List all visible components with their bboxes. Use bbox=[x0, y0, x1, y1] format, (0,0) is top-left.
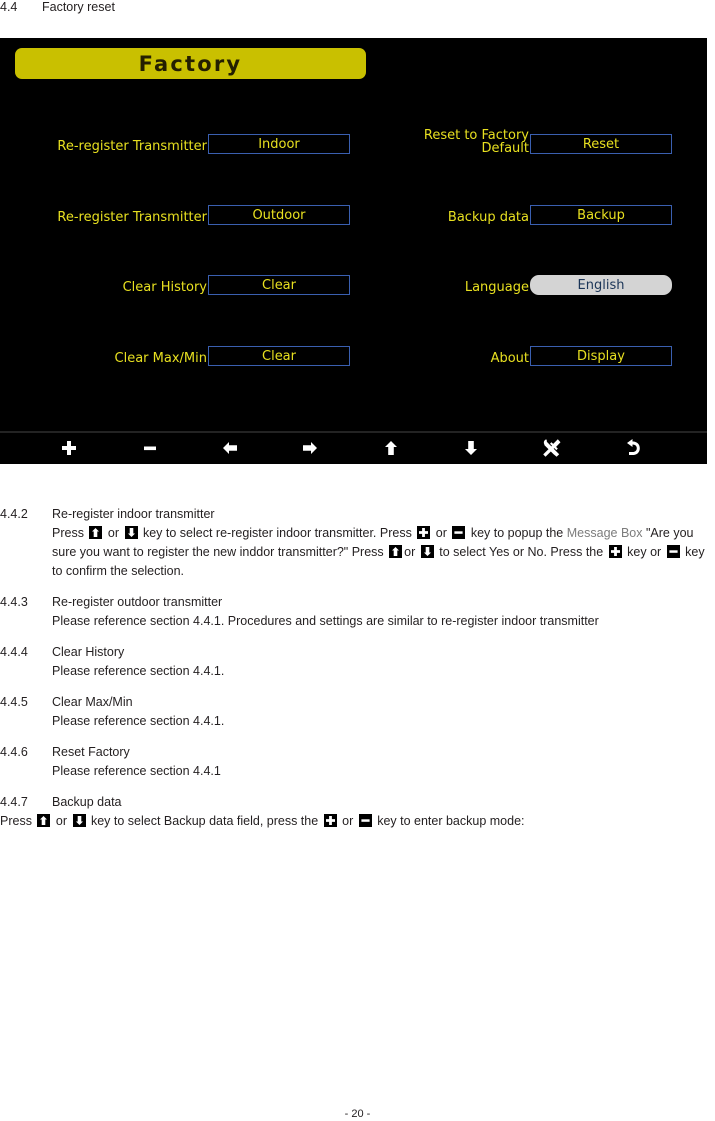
text-fragment: or bbox=[52, 814, 71, 828]
section-4-4-7-body: Press or key to select Backup data field… bbox=[0, 812, 715, 831]
text-fragment: key to popup the bbox=[467, 526, 567, 540]
text-fragment: key to select re-register indoor transmi… bbox=[139, 526, 416, 540]
page-title: 4.4 Factory reset bbox=[0, 0, 715, 15]
key-up-icon bbox=[37, 814, 51, 827]
section-4-4-6-body: Please reference section 4.4.1 bbox=[52, 764, 221, 778]
setting-row-reregister-outdoor[interactable]: Re-register Transmitter Outdoor bbox=[20, 203, 350, 225]
key-down-icon bbox=[124, 526, 138, 539]
section-4-4-3-body: Please reference section 4.4.1. Procedur… bbox=[52, 614, 599, 628]
setting-label-reregister-outdoor: Re-register Transmitter bbox=[57, 210, 207, 225]
setting-label-reset-factory-default: Reset to Factory Default bbox=[423, 128, 529, 156]
arrow-down-icon[interactable] bbox=[458, 436, 484, 460]
tools-icon[interactable] bbox=[538, 436, 564, 460]
section-4-4-7-number: 4.4.7 bbox=[0, 795, 28, 809]
setting-label-backup-data: Backup data bbox=[447, 210, 529, 225]
section-4-4-5-body: Please reference section 4.4.1. bbox=[52, 714, 225, 728]
section-4-4-7-heading: 4.4.7 Backup data bbox=[0, 793, 715, 812]
section-4-4-2-body: Press or key to select re-register indoo… bbox=[0, 524, 715, 581]
setting-row-backup-data[interactable]: Backup data Backup bbox=[370, 203, 672, 225]
section-4-4-4-heading: 4.4.4 Clear History bbox=[0, 643, 715, 662]
section-4-4-6-title: Reset Factory bbox=[52, 745, 130, 759]
setting-value-clear-history[interactable]: Clear bbox=[208, 275, 350, 295]
section-4-4-5-heading: 4.4.5 Clear Max/Min bbox=[0, 693, 715, 712]
section-4-4-3: 4.4.3 Re-register outdoor transmitter Ple… bbox=[0, 593, 715, 631]
setting-label-about: About bbox=[490, 351, 529, 366]
setting-row-clear-history[interactable]: Clear History Clear bbox=[20, 273, 350, 295]
section-4-4-2: 4.4.2 Re-register indoor transmitter Pres… bbox=[0, 505, 715, 581]
setting-value-backup-data[interactable]: Backup bbox=[530, 205, 672, 225]
setting-value-language[interactable]: English bbox=[530, 275, 672, 295]
plus-icon[interactable] bbox=[56, 436, 82, 460]
section-4-4-3-heading: 4.4.3 Re-register outdoor transmitter bbox=[0, 593, 715, 612]
arrow-left-icon[interactable] bbox=[217, 436, 243, 460]
manual-body: 4.4.2 Re-register indoor transmitter Pres… bbox=[0, 505, 715, 843]
setting-value-clear-maxmin[interactable]: Clear bbox=[208, 346, 350, 366]
section-4-4-5-number: 4.4.5 bbox=[0, 695, 28, 709]
section-4-4-7-title: Backup data bbox=[52, 795, 122, 809]
section-4-4-2-heading: 4.4.2 Re-register indoor transmitter bbox=[0, 505, 715, 524]
setting-label-reregister-indoor: Re-register Transmitter bbox=[57, 139, 207, 154]
section-4-4-3-title: Re-register outdoor transmitter bbox=[52, 595, 223, 609]
setting-value-reregister-outdoor[interactable]: Outdoor bbox=[208, 205, 350, 225]
text-fragment: or bbox=[338, 814, 357, 828]
key-minus-icon bbox=[666, 545, 680, 558]
key-plus-icon bbox=[417, 526, 431, 539]
text-fragment: key to select Backup data field, press t… bbox=[87, 814, 322, 828]
key-down-icon bbox=[72, 814, 86, 827]
text-fragment: or bbox=[404, 545, 419, 559]
setting-row-reset-factory-default[interactable]: Reset to Factory Default Reset bbox=[370, 128, 672, 156]
page-footer: - 20 - bbox=[344, 1108, 371, 1120]
setting-value-reset-factory-default[interactable]: Reset bbox=[530, 134, 672, 154]
minus-icon[interactable] bbox=[137, 436, 163, 460]
setting-row-about[interactable]: About Display bbox=[370, 344, 672, 366]
section-4-4-5-title: Clear Max/Min bbox=[52, 695, 133, 709]
key-minus-icon bbox=[452, 526, 466, 539]
section-4-4-4-title: Clear History bbox=[52, 645, 125, 659]
section-4-4-6: 4.4.6 Reset Factory Please reference sect… bbox=[0, 743, 715, 781]
section-4-4-2-title: Re-register indoor transmitter bbox=[52, 507, 215, 521]
device-toolbar bbox=[0, 433, 707, 464]
section-4-4-3-number: 4.4.3 bbox=[0, 595, 28, 609]
text-fragment: key to enter backup mode: bbox=[373, 814, 525, 828]
device-screen: Factory Re-register Transmitter Indoor R… bbox=[0, 38, 707, 464]
setting-value-reregister-indoor[interactable]: Indoor bbox=[208, 134, 350, 154]
key-down-icon bbox=[420, 545, 434, 558]
section-4-4-6-heading: 4.4.6 Reset Factory bbox=[0, 743, 715, 762]
key-minus-icon bbox=[358, 814, 372, 827]
screen-title-banner: Factory bbox=[15, 48, 366, 79]
text-fragment: Press bbox=[0, 814, 36, 828]
section-4-4-4-number: 4.4.4 bbox=[0, 645, 28, 659]
key-up-icon bbox=[89, 526, 103, 539]
section-4-4-5: 4.4.5 Clear Max/Min Please reference sect… bbox=[0, 693, 715, 731]
section-4-4-6-number: 4.4.6 bbox=[0, 745, 28, 759]
key-plus-icon bbox=[608, 545, 622, 558]
text-fragment: Press bbox=[52, 526, 88, 540]
page-title-text: Factory reset bbox=[42, 0, 115, 14]
setting-row-clear-maxmin[interactable]: Clear Max/Min Clear bbox=[20, 344, 350, 366]
arrow-up-icon[interactable] bbox=[378, 436, 404, 460]
section-4-4-7: 4.4.7 Backup data Press or key to select … bbox=[0, 793, 715, 831]
key-up-icon bbox=[389, 545, 403, 558]
text-fragment: to select Yes or No. Press the bbox=[435, 545, 607, 559]
text-fragment: or bbox=[104, 526, 123, 540]
section-4-4-4: 4.4.4 Clear History Please reference sect… bbox=[0, 643, 715, 681]
setting-row-language[interactable]: Language English bbox=[370, 273, 672, 295]
setting-value-about[interactable]: Display bbox=[530, 346, 672, 366]
arrow-right-icon[interactable] bbox=[297, 436, 323, 460]
setting-row-reregister-indoor[interactable]: Re-register Transmitter Indoor bbox=[20, 132, 350, 154]
section-4-4-4-body: Please reference section 4.4.1. bbox=[52, 664, 225, 678]
key-plus-icon bbox=[323, 814, 337, 827]
text-fragment: or bbox=[432, 526, 451, 540]
page-title-number: 4.4 bbox=[0, 0, 18, 14]
settings-grid: Re-register Transmitter Indoor Re-regist… bbox=[0, 124, 707, 434]
setting-label-clear-maxmin: Clear Max/Min bbox=[114, 351, 207, 366]
message-box-term: Message Box bbox=[566, 526, 643, 540]
setting-label-clear-history: Clear History bbox=[122, 280, 207, 295]
section-4-4-2-number: 4.4.2 bbox=[0, 507, 28, 521]
text-fragment: key or bbox=[623, 545, 665, 559]
back-icon[interactable] bbox=[619, 436, 645, 460]
setting-label-language: Language bbox=[464, 280, 529, 295]
